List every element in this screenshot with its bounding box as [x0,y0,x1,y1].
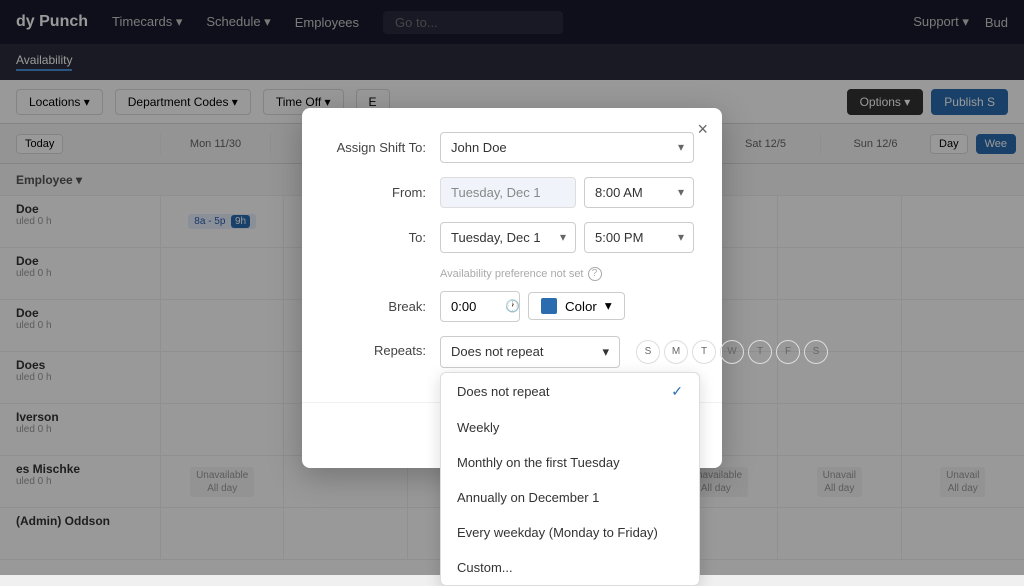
break-row: Break: 🕐 Color ▾ [330,291,694,322]
close-button[interactable]: × [697,120,708,138]
to-control: Tuesday, Dec 1 5:00 PM [440,222,694,253]
assign-shift-row: Assign Shift To: John Doe [330,132,694,163]
from-date-field: Tuesday, Dec 1 [440,177,576,208]
day-pill-m[interactable]: M [664,340,688,364]
modal-body: Assign Shift To: John Doe From: Tuesday,… [302,108,722,394]
day-pill-f[interactable]: F [776,340,800,364]
day-pill-s2[interactable]: S [804,340,828,364]
break-label: Break: [330,299,440,314]
to-label: To: [330,230,440,245]
dropdown-item-monthly[interactable]: Monthly on the first Tuesday [441,445,699,480]
dropdown-item-weekly[interactable]: Weekly [441,410,699,445]
help-icon[interactable]: ? [588,267,602,281]
repeats-dropdown-button[interactable]: Does not repeat ▾ [440,336,620,368]
repeats-value: Does not repeat [451,344,544,359]
from-time-wrapper: 8:00 AM [584,177,694,208]
availability-note: Availability preference not set ? [440,267,694,281]
break-control: 🕐 Color ▾ [440,291,694,322]
add-shift-modal: × Assign Shift To: John Doe From: [302,108,722,468]
break-input[interactable] [451,299,499,314]
repeats-container: Does not repeat ▾ Does not repeat ✓ [440,336,620,368]
check-icon: ✓ [671,383,683,400]
dropdown-item-custom[interactable]: Custom... [441,550,699,585]
assign-control: John Doe [440,132,694,163]
to-time-wrapper: 5:00 PM [584,222,694,253]
day-pill-t1[interactable]: T [692,340,716,364]
to-time-select[interactable]: 5:00 PM [584,222,694,253]
dropdown-item-does-not-repeat[interactable]: Does not repeat ✓ [441,373,699,410]
day-pills: S M T W T F S [636,340,828,364]
chevron-down-icon: ▾ [602,344,609,360]
to-date-wrapper: Tuesday, Dec 1 [440,222,576,253]
repeats-control: Does not repeat ▾ Does not repeat ✓ [440,336,828,368]
color-label: Color [565,299,597,314]
from-row: From: Tuesday, Dec 1 8:00 AM [330,177,694,208]
clock-icon: 🕐 [505,299,520,313]
repeats-inner: Does not repeat ▾ Does not repeat ✓ [440,336,828,368]
from-label: From: [330,185,440,200]
color-swatch [541,298,557,314]
dropdown-item-annually[interactable]: Annually on December 1 [441,480,699,515]
assign-label: Assign Shift To: [330,140,440,155]
repeats-row: Repeats: Does not repeat ▾ Does not repe [330,336,694,368]
day-pill-w[interactable]: W [720,340,744,364]
repeats-dropdown: Does not repeat ✓ Weekly Monthly on the … [440,372,700,586]
dropdown-item-weekday[interactable]: Every weekday (Monday to Friday) [441,515,699,550]
day-pill-t2[interactable]: T [748,340,772,364]
to-row: To: Tuesday, Dec 1 5:00 PM [330,222,694,253]
break-input-wrapper: 🕐 [440,291,520,322]
to-date-select[interactable]: Tuesday, Dec 1 [440,222,576,253]
assign-select-wrapper: John Doe [440,132,694,163]
from-control: Tuesday, Dec 1 8:00 AM [440,177,694,208]
modal-overlay: × Assign Shift To: John Doe From: [0,0,1024,575]
from-time-select[interactable]: 8:00 AM [584,177,694,208]
repeats-label: Repeats: [330,336,440,358]
day-pill-s1[interactable]: S [636,340,660,364]
assign-select[interactable]: John Doe [440,132,694,163]
from-date-static: Tuesday, Dec 1 [440,177,576,208]
color-button[interactable]: Color ▾ [528,292,625,320]
chevron-down-icon: ▾ [605,298,612,314]
